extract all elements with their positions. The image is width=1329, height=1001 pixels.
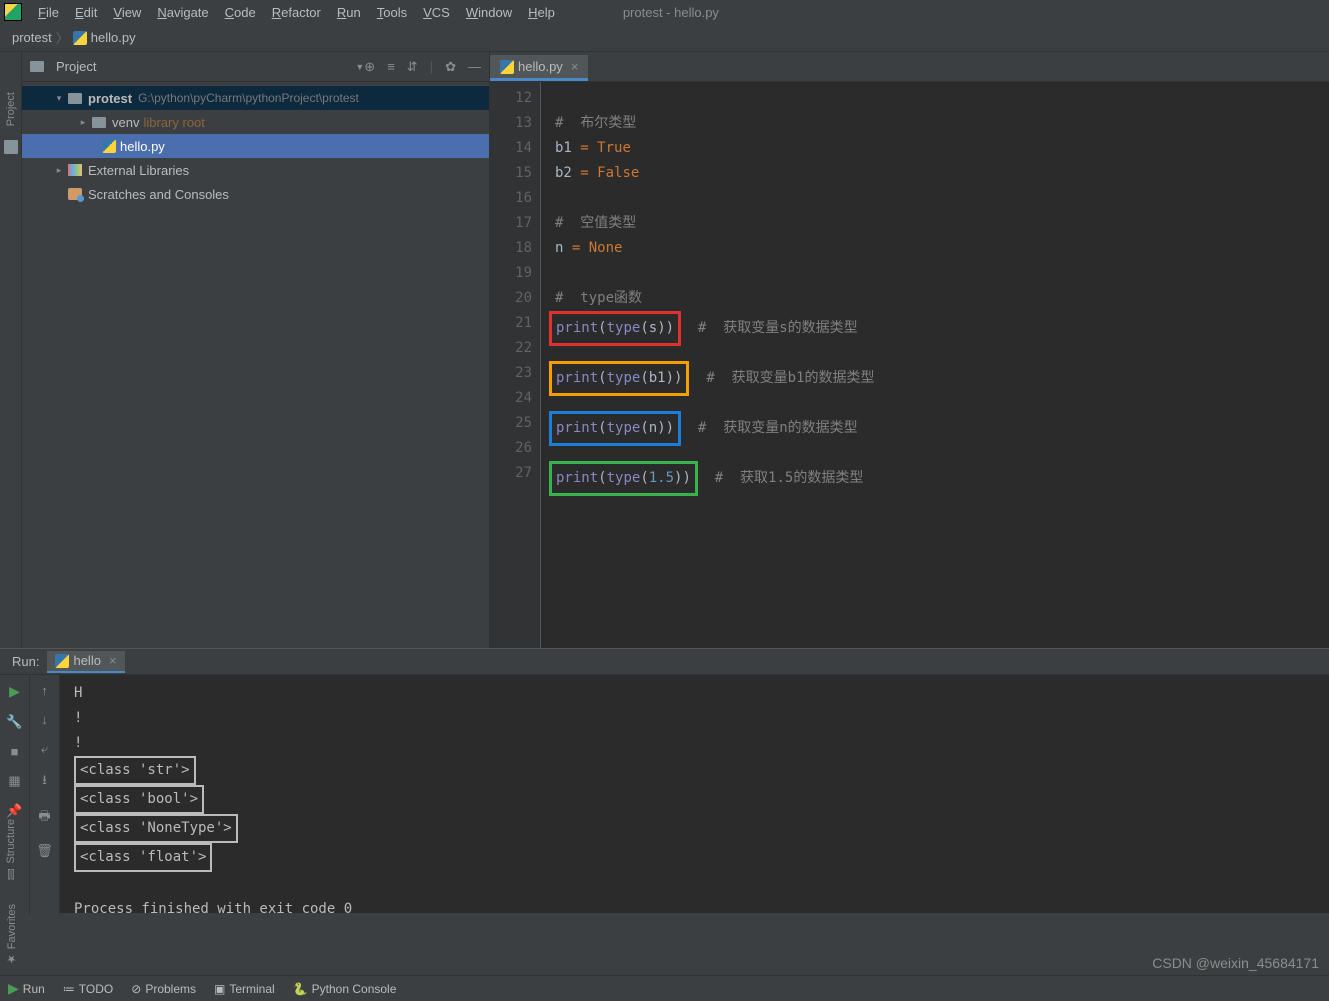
layout-icon[interactable]: ▦ [8,773,20,789]
code-content[interactable]: # 布尔类型b1 = Trueb2 = False # 空值类型n = None #… [540,82,1329,648]
code-line[interactable]: # 空值类型 [555,211,1329,236]
tree-external-libs[interactable]: ▸ External Libraries [22,158,489,182]
code-line[interactable]: # 布尔类型 [555,111,1329,136]
run-label: Run: [12,654,39,669]
code-line[interactable]: # type函数 [555,286,1329,311]
wrench-icon[interactable]: 🔧 [6,714,22,730]
tree-root[interactable]: ▾ protest G:\python\pyCharm\pythonProjec… [22,86,489,110]
python-file-icon [55,654,69,668]
status-run[interactable]: ▶Run [8,980,45,997]
app-icon [4,3,22,21]
code-line[interactable]: b1 = True [555,136,1329,161]
run-output[interactable]: H!!<class 'str'><class 'bool'><class 'No… [60,675,1329,914]
folder-icon [68,93,82,104]
rerun-icon[interactable]: ▶ [9,683,20,700]
up-icon[interactable]: ↑ [41,683,48,698]
editor-panel: hello.py × 12131415161718192021222324252… [490,52,1329,648]
run-tab[interactable]: hello × [47,651,124,673]
menu-run[interactable]: Run [329,3,369,22]
menu-edit[interactable]: Edit [67,3,105,22]
expand-icon[interactable]: ≡ [387,59,395,75]
gear-icon[interactable]: ✿ [445,59,456,75]
code-line[interactable] [555,261,1329,286]
code-editor[interactable]: 12131415161718192021222324252627 # 布尔类型b… [490,82,1329,648]
wrap-icon[interactable]: ⤶ [41,741,48,757]
stop-icon[interactable]: ■ [11,744,19,759]
menu-view[interactable]: View [105,3,149,22]
python-file-icon [500,60,514,74]
output-highlight-green: <class 'float'> [74,843,212,872]
structure-tool-button[interactable]: ⫿⫿ Structure [3,813,19,886]
folder-icon [92,117,106,128]
project-panel-title[interactable]: Project [56,59,351,74]
editor-tab-bar: hello.py × [490,52,1329,82]
output-highlight-blue: <class 'NoneType'> [74,814,238,843]
breadcrumb: protest 〉 hello.py [0,24,1329,52]
python-file-icon [73,31,87,45]
folder-icon [30,61,44,72]
breadcrumb-file[interactable]: hello.py [91,30,136,45]
locate-icon[interactable]: ⊕ [364,59,375,75]
status-python-console[interactable]: 🐍Python Console [293,982,397,996]
menu-bar: FileEditViewNavigateCodeRefactorRunTools… [0,0,1329,24]
tree-file-hello[interactable]: hello.py [22,134,489,158]
output-highlight-orange: <class 'bool'> [74,785,204,814]
code-line[interactable]: print(type(b1)) # 获取变量b1的数据类型 [555,361,1329,386]
down-icon[interactable]: ↓ [41,712,48,727]
close-icon[interactable]: × [109,653,117,668]
menu-vcs[interactable]: VCS [415,3,458,22]
highlight-green: print(type(1.5)) [549,461,698,496]
project-panel: Project ▼ ⊕ ≡ ⇵ | ✿ — ▾ protest G:\pytho… [22,52,490,648]
run-panel-header: Run: hello × [0,649,1329,675]
collapse-icon[interactable]: ⇵ [407,59,418,75]
scratches-icon [68,188,82,200]
status-problems[interactable]: ⊘Problems [131,982,196,996]
breadcrumb-project[interactable]: protest [12,30,52,45]
code-line[interactable]: print(type(1.5)) # 获取1.5的数据类型 [555,461,1329,486]
line-gutter: 12131415161718192021222324252627 [490,82,540,648]
menu-code[interactable]: Code [217,3,264,22]
menu-window[interactable]: Window [458,3,520,22]
tree-scratches[interactable]: Scratches and Consoles [22,182,489,206]
run-panel: Run: hello × ▶ 🔧 ■ ▦ 📌 ↑ ↓ ⤶ ⭳ 🖶 🗑 H!!<c… [0,648,1329,913]
project-tree[interactable]: ▾ protest G:\python\pyCharm\pythonProjec… [22,82,489,210]
project-panel-header: Project ▼ ⊕ ≡ ⇵ | ✿ — [22,52,489,82]
print-icon[interactable]: 🖶 [38,807,50,829]
status-terminal[interactable]: ▣Terminal [214,982,275,996]
trash-icon[interactable]: 🗑 [36,843,53,859]
run-toolbar-secondary: ↑ ↓ ⤶ ⭳ 🖶 🗑 [30,675,60,914]
highlight-red: print(type(s)) [549,311,681,346]
editor-tab-hello[interactable]: hello.py × [490,55,588,81]
highlight-blue: print(type(n)) [549,411,681,446]
left-tool-strip: Project [0,52,22,648]
watermark: CSDN @weixin_45684171 [1152,955,1319,971]
menu-navigate[interactable]: Navigate [149,3,216,22]
menu-help[interactable]: Help [520,3,563,22]
code-line[interactable]: n = None [555,236,1329,261]
window-title: protest - hello.py [623,5,719,20]
library-icon [68,164,82,176]
folder-icon [4,140,18,154]
python-file-icon [102,139,116,153]
menu-tools[interactable]: Tools [369,3,415,22]
status-bar: ▶Run ≔TODO ⊘Problems ▣Terminal 🐍Python C… [0,975,1329,1001]
minimize-icon[interactable]: — [468,59,481,75]
status-todo[interactable]: ≔TODO [63,982,113,996]
scroll-icon[interactable]: ⭳ [42,771,47,793]
menu-file[interactable]: File [30,3,67,22]
code-line[interactable]: print(type(n)) # 获取变量n的数据类型 [555,411,1329,436]
close-icon[interactable]: × [571,59,579,74]
code-line[interactable] [555,186,1329,211]
output-highlight-red: <class 'str'> [74,756,196,785]
code-line[interactable]: print(type(s)) # 获取变量s的数据类型 [555,311,1329,336]
highlight-orange: print(type(b1)) [549,361,689,396]
code-line[interactable] [555,86,1329,111]
tree-venv[interactable]: ▸ venv library root [22,110,489,134]
project-tool-button[interactable]: Project [5,92,17,126]
favorites-tool-button[interactable]: ★ Favorites [3,898,20,971]
code-line[interactable]: b2 = False [555,161,1329,186]
menu-refactor[interactable]: Refactor [264,3,329,22]
